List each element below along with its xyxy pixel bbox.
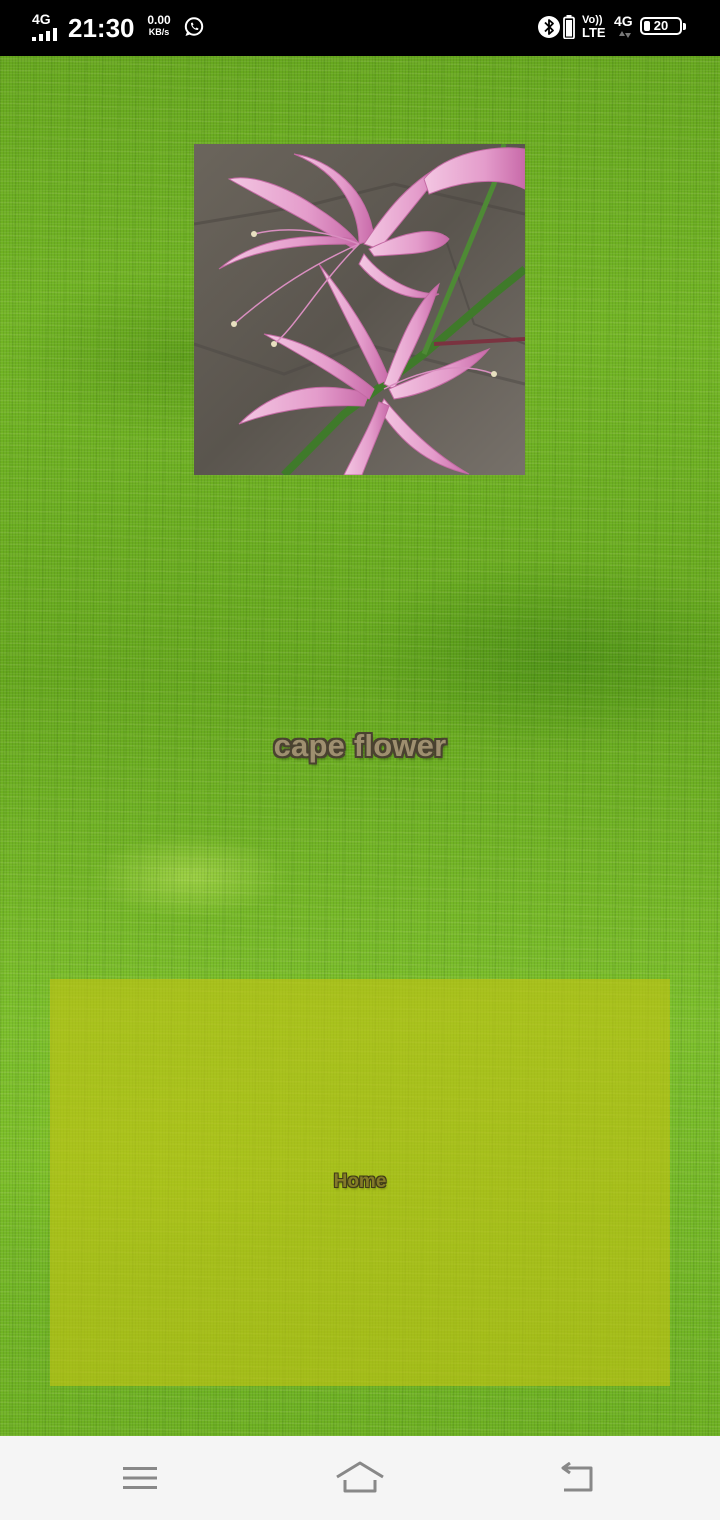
navigation-bar — [0, 1436, 720, 1520]
battery-icon: 20 — [640, 17, 686, 35]
home-button[interactable]: Home — [50, 979, 670, 1386]
volte-indicator: Vo)) LTE — [582, 14, 614, 40]
lte-label: LTE — [582, 25, 606, 40]
clock: 21:30 — [68, 13, 135, 43]
mobile-data-label: 4G — [614, 13, 633, 29]
network-type-label: 4G — [32, 11, 51, 27]
data-activity-icon — [619, 31, 631, 38]
menu-button[interactable] — [110, 1456, 170, 1500]
menu-icon — [123, 1467, 157, 1489]
status-right: Vo)) LTE 4G 20 — [530, 10, 690, 46]
signal-indicator: 4G — [30, 10, 62, 46]
signal-icon — [32, 28, 57, 41]
main-content: cape flower Home — [0, 56, 720, 1436]
app-screen: 4G 21:30 0.00 KB/s Vo)) LTE 4G 20 cape f… — [0, 0, 720, 1520]
network-speed-unit: KB/s — [148, 27, 170, 37]
status-bar: 4G 21:30 0.00 KB/s Vo)) LTE 4G 20 — [0, 0, 720, 56]
network-speed-value: 0.00 — [147, 13, 171, 27]
battery-level: 20 — [653, 18, 669, 33]
device-battery-icon — [563, 15, 575, 39]
home-button-label: Home — [333, 1171, 387, 1192]
flower-title: cape flower — [273, 728, 447, 763]
nav-home-button[interactable] — [330, 1456, 390, 1500]
flower-photo — [194, 144, 525, 475]
home-icon — [336, 1461, 384, 1493]
whatsapp-icon — [184, 17, 204, 36]
bluetooth-icon — [538, 16, 560, 38]
back-icon — [561, 1462, 593, 1492]
network-speed: 0.00 KB/s — [142, 14, 176, 38]
flower-image — [194, 144, 525, 475]
back-button[interactable] — [549, 1456, 609, 1500]
